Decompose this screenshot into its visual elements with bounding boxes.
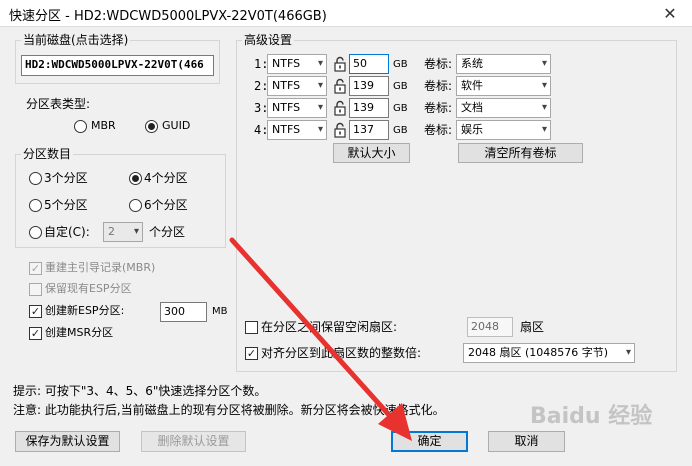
partition-row-1-volume-select[interactable]: 系统 ▾ [456,54,551,74]
rebuild-mbr-label: 重建主引导记录(MBR) [45,261,156,274]
save-default-button[interactable]: 保存为默认设置 [15,431,120,452]
partition-count-3-radio[interactable] [29,172,42,185]
lock-icon[interactable] [333,78,347,94]
partition-row-2-size-input[interactable]: 139 [349,76,389,96]
partition-count-5-radio[interactable] [29,199,42,212]
partition-row-4-fs-select[interactable]: NTFS ▾ [267,120,327,140]
partition-row-4-fs: NTFS [272,123,301,136]
mbr-label: MBR [91,119,116,132]
partition-row-2-volume-select[interactable]: 软件 ▾ [456,76,551,96]
create-msr-checkbox[interactable]: ✓ [29,327,42,340]
default-size-button[interactable]: 默认大小 [333,143,410,163]
partition-row-3-size-input[interactable]: 139 [349,98,389,118]
partition-row-1-size-input[interactable]: 50 [349,54,389,74]
partition-count-6-radio[interactable] [129,199,142,212]
chevron-down-icon: ▾ [317,58,323,69]
partition-row-4-size-input[interactable]: 137 [349,120,389,140]
esp-size-unit: MB [212,306,228,317]
partition-count-4-radio[interactable] [129,172,142,185]
advanced-group-label: 高级设置 [242,33,295,47]
keep-esp-label: 保留现有ESP分区 [45,282,132,295]
partition-count-custom-radio[interactable] [29,226,42,239]
partition-row-2-unit: GB [393,81,408,92]
esp-size-input[interactable]: 300 [160,302,207,322]
partition-row-4-volume-select[interactable]: 娱乐 ▾ [456,120,551,140]
disk-selector[interactable]: HD2:WDCWD5000LPVX-22V0T(466 [21,55,214,76]
chevron-down-icon: ▾ [541,102,547,113]
partition-row-3-fs: NTFS [272,101,301,114]
create-esp-checkbox[interactable]: ✓ [29,305,42,318]
partition-count-3-label: 3个分区 [44,171,88,185]
window-title: 快速分区 - HD2:WDCWD5000LPVX-22V0T(466GB) [9,9,327,24]
close-icon: ✕ [663,4,677,23]
create-esp-label: 创建新ESP分区: [45,304,125,317]
partition-row-4-volume: 娱乐 [461,123,483,136]
close-button[interactable]: ✕ [648,0,692,27]
keep-esp-checkbox[interactable] [29,283,42,296]
partition-row-2-volume-label: 卷标: [424,79,453,93]
guid-radio[interactable] [145,120,158,133]
disk-group-label: 当前磁盘(点击选择) [21,33,131,47]
rebuild-mbr-checkbox[interactable]: ✓ [29,262,42,275]
partition-row-1-fs-select[interactable]: NTFS ▾ [267,54,327,74]
align-partitions-label: 对齐分区到此扇区数的整数倍: [261,346,422,360]
partition-count-5-label: 5个分区 [44,198,88,212]
title-bar: 快速分区 - HD2:WDCWD5000LPVX-22V0T(466GB) ✕ [0,0,692,27]
partition-count-custom-select[interactable]: 2 ▾ [103,222,143,242]
align-sectors-select[interactable]: 2048 扇区 (1048576 字节) ▾ [463,343,635,363]
partition-row-1-volume-label: 卷标: [424,57,453,71]
partition-row-4-volume-label: 卷标: [424,123,453,137]
partition-row-3-volume-select[interactable]: 文档 ▾ [456,98,551,118]
chevron-down-icon: ▾ [133,226,139,237]
delete-default-button[interactable]: 删除默认设置 [141,431,246,452]
partition-count-label: 分区数目 [21,147,74,161]
partition-row-3-unit: GB [393,103,408,114]
ok-button[interactable]: 确定 [391,431,468,452]
partition-row-1-fs: NTFS [272,57,301,70]
lock-icon[interactable] [333,100,347,116]
align-partitions-checkbox[interactable]: ✓ [245,347,258,360]
partition-row-1-unit: GB [393,59,408,70]
partition-count-custom-suffix: 个分区 [149,225,186,239]
partition-row-3-volume: 文档 [461,101,483,114]
lock-icon[interactable] [333,122,347,138]
chevron-down-icon: ▾ [317,102,323,113]
partition-row-2-volume: 软件 [461,79,483,92]
partition-count-6-label: 6个分区 [144,198,188,212]
reserve-sectors-input[interactable]: 2048 [467,317,513,337]
chevron-down-icon: ▾ [625,347,631,358]
partition-row-2-fs-select[interactable]: NTFS ▾ [267,76,327,96]
reserve-free-sectors-label: 在分区之间保留空闲扇区: [261,320,398,334]
clear-all-labels-button[interactable]: 清空所有卷标 [458,143,583,163]
chevron-down-icon: ▾ [317,124,323,135]
chevron-down-icon: ▾ [317,80,323,91]
partition-row-2-fs: NTFS [272,79,301,92]
warning-text: 注意: 此功能执行后,当前磁盘上的现有分区将被删除。新分区将会被快速格式化。 [13,403,445,417]
align-sectors-value: 2048 扇区 (1048576 字节) [468,346,609,359]
chevron-down-icon: ▾ [541,124,547,135]
create-msr-label: 创建MSR分区 [45,326,114,339]
partition-row-4-unit: GB [393,125,408,136]
baidu-watermark: Baidu 经验 [530,404,653,429]
chevron-down-icon: ▾ [541,80,547,91]
mbr-radio[interactable] [74,120,87,133]
guid-label: GUID [162,119,191,132]
cancel-button[interactable]: 取消 [488,431,565,452]
lock-icon[interactable] [333,56,347,72]
chevron-down-icon: ▾ [541,58,547,69]
partition-table-label: 分区表类型: [26,97,91,111]
partition-count-custom-value: 2 [108,225,115,238]
reserve-sectors-unit: 扇区 [520,320,545,334]
partition-count-4-label: 4个分区 [144,171,188,185]
tip-text: 提示: 可按下"3、4、5、6"快速选择分区个数。 [13,384,267,398]
partition-count-custom-label: 自定(C): [44,225,90,239]
partition-row-3-fs-select[interactable]: NTFS ▾ [267,98,327,118]
partition-row-3-volume-label: 卷标: [424,101,453,115]
partition-row-1-volume: 系统 [461,57,483,70]
reserve-free-sectors-checkbox[interactable] [245,321,258,334]
